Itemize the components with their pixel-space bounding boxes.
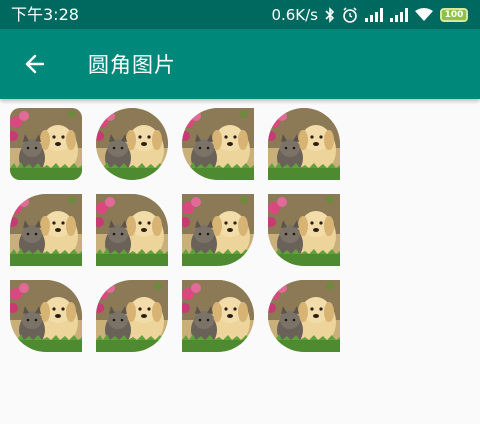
rounded-image: [268, 280, 340, 352]
puppy-kitten-image: [268, 280, 340, 352]
rounded-image: [268, 194, 340, 266]
rounded-image: [268, 108, 340, 180]
rounded-image: [182, 194, 254, 266]
puppy-kitten-image: [182, 280, 254, 352]
status-icons: 0.6K/s 100: [271, 6, 468, 24]
puppy-kitten-image: [10, 280, 82, 352]
rounded-image: [96, 194, 168, 266]
signal-icon: [390, 7, 408, 22]
puppy-kitten-image: [10, 194, 82, 266]
rounded-image: [182, 108, 254, 180]
signal-icon: [365, 7, 383, 22]
puppy-kitten-image: [10, 108, 82, 180]
app-bar: 圆角图片: [0, 29, 480, 99]
status-bar: 下午3:28 0.6K/s 100: [0, 0, 480, 29]
puppy-kitten-image: [268, 108, 340, 180]
battery-icon: 100: [440, 7, 468, 22]
rounded-image: [96, 280, 168, 352]
rounded-image: [10, 108, 82, 180]
puppy-kitten-image: [96, 194, 168, 266]
arrow-left-icon: [25, 54, 45, 74]
puppy-kitten-image: [268, 194, 340, 266]
rounded-image: [10, 194, 82, 266]
rounded-image: [10, 280, 82, 352]
wifi-icon: [415, 7, 433, 22]
rounded-image: [182, 280, 254, 352]
puppy-kitten-image: [182, 194, 254, 266]
puppy-kitten-image: [96, 280, 168, 352]
puppy-kitten-image: [182, 108, 254, 180]
status-time: 下午3:28: [11, 5, 79, 24]
network-speed: 0.6K/s: [271, 5, 318, 24]
puppy-kitten-image: [96, 108, 168, 180]
alarm-icon: [342, 6, 358, 23]
back-button[interactable]: [0, 29, 70, 99]
bluetooth-icon: [325, 6, 335, 23]
image-grid: [10, 108, 340, 352]
rounded-image: [96, 108, 168, 180]
page-title: 圆角图片: [88, 53, 176, 77]
